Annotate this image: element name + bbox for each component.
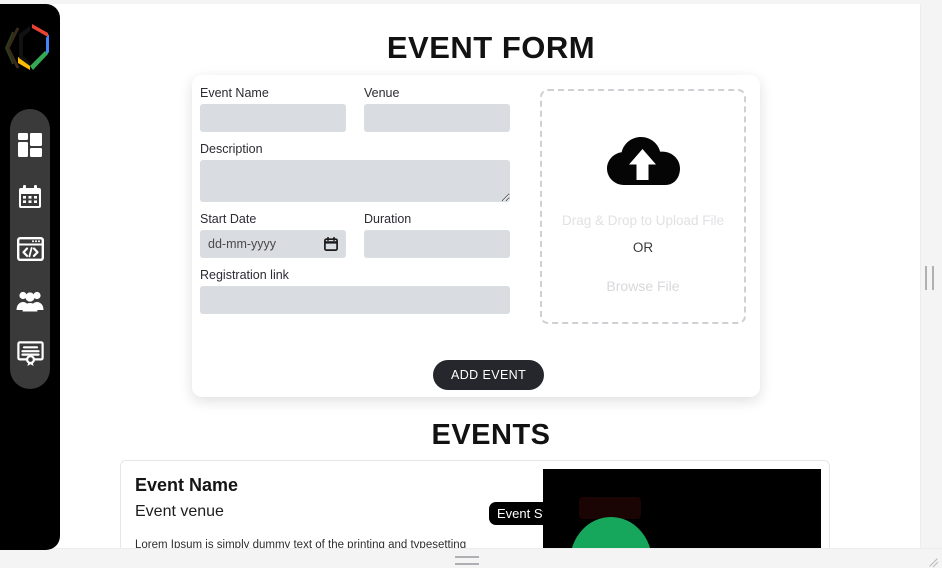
registration-link-input[interactable]	[200, 286, 510, 314]
window-resize-handle[interactable]	[926, 552, 940, 568]
registration-link-label: Registration link	[200, 268, 289, 282]
certificate-icon	[16, 340, 44, 366]
field-start-date: Start Date dd-mm-yyyy	[200, 211, 346, 258]
event-name-text: Event Name	[135, 475, 239, 495]
calendar-picker-icon[interactable]	[324, 236, 338, 251]
thumbnail-green-dome	[570, 517, 652, 550]
venue-input[interactable]	[364, 104, 510, 132]
events-section-title: EVENTS	[431, 419, 551, 451]
vertical-scrollbar-grip[interactable]	[925, 266, 934, 290]
start-date-placeholder: dd-mm-yyyy	[208, 237, 277, 251]
gdg-hexagon-logo[interactable]	[4, 18, 58, 80]
horizontal-scrollbar-grip[interactable]	[455, 556, 479, 565]
thumbnail-glyph	[579, 497, 641, 519]
description-input[interactable]	[200, 160, 510, 202]
main-content: EVENT FORM Event Name Venue Description …	[60, 4, 922, 550]
sidebar-item-events[interactable]	[13, 180, 47, 214]
duration-input[interactable]	[364, 230, 510, 258]
cloud-upload-icon	[605, 135, 681, 195]
upload-hint-text: Drag & Drop to Upload File	[561, 213, 725, 228]
sidebar-nav-rail	[10, 109, 50, 389]
upload-or-text: OR	[632, 240, 654, 255]
venue-label: Venue	[364, 86, 400, 100]
vertical-scrollbar[interactable]	[920, 4, 934, 550]
event-list-item[interactable]: Event Name Event venue Lorem Ipsum is si…	[120, 460, 830, 550]
browse-file-button[interactable]: Browse File	[606, 278, 679, 294]
sidebar-item-projects[interactable]	[13, 232, 47, 266]
calendar-icon	[17, 184, 43, 210]
event-name-label: Event Name	[200, 86, 269, 100]
code-window-icon	[16, 237, 44, 261]
dashboard-grid-icon	[17, 132, 43, 158]
file-upload-dropzone[interactable]: Drag & Drop to Upload File OR Browse Fil…	[540, 89, 746, 324]
field-registration-link: Registration link	[200, 267, 520, 314]
event-form-card: Event Name Venue Description Start Date …	[192, 75, 760, 397]
app-window: EVENT FORM Event Name Venue Description …	[0, 0, 942, 568]
event-name-input[interactable]	[200, 104, 346, 132]
sidebar-item-dashboard[interactable]	[13, 128, 47, 162]
sidebar-item-community[interactable]	[13, 284, 47, 318]
event-thumbnail	[543, 469, 821, 550]
event-details: Event Name Event venue Lorem Ipsum is si…	[135, 474, 535, 550]
start-date-label: Start Date	[200, 212, 257, 226]
form-row-date-duration: Start Date dd-mm-yyyy Duration	[200, 211, 520, 258]
form-row-name-venue: Event Name Venue	[200, 85, 520, 132]
start-date-input[interactable]: dd-mm-yyyy	[200, 230, 346, 258]
page-canvas: EVENT FORM Event Name Venue Description …	[0, 4, 922, 550]
field-description: Description	[200, 141, 520, 202]
event-venue-text: Event venue	[135, 503, 224, 520]
duration-label: Duration	[364, 212, 412, 226]
people-group-icon	[16, 290, 44, 312]
page-title: EVENT FORM	[386, 30, 596, 65]
horizontal-scrollbar[interactable]	[0, 548, 942, 568]
add-event-button[interactable]: ADD EVENT	[433, 360, 545, 390]
description-label: Description	[200, 142, 263, 156]
sidebar-item-certificates[interactable]	[13, 336, 47, 370]
sidebar	[0, 4, 60, 550]
form-fields: Event Name Venue Description Start Date …	[200, 85, 520, 314]
field-venue: Venue	[364, 85, 510, 132]
field-event-name: Event Name	[200, 85, 346, 132]
field-duration: Duration	[364, 211, 510, 258]
